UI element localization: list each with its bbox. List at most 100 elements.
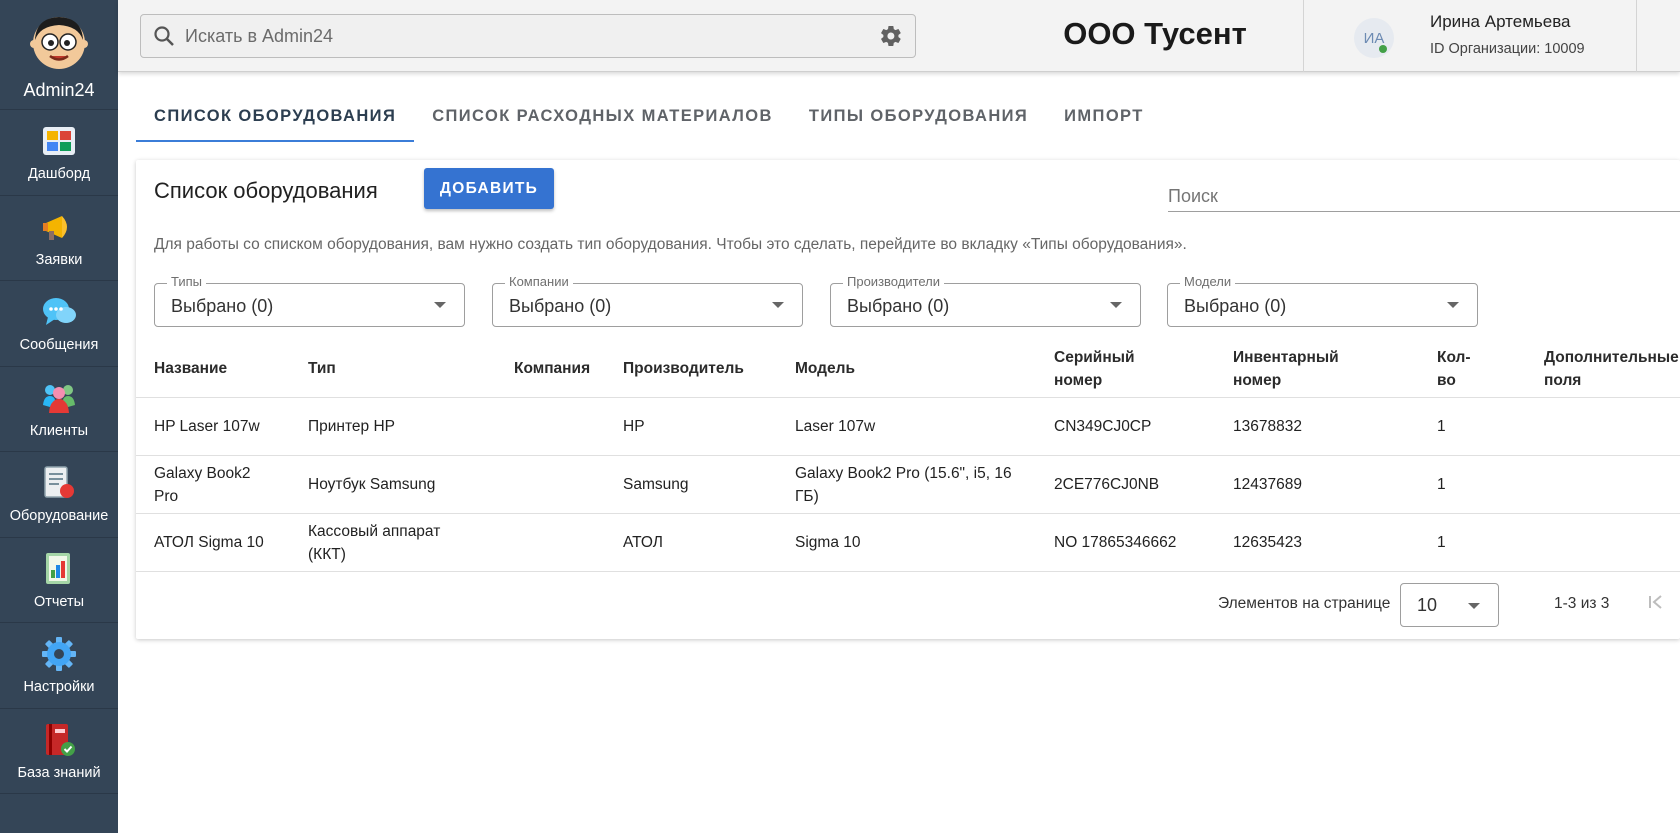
search-settings-icon[interactable] bbox=[879, 24, 903, 48]
cell-name: АТОЛ Sigma 10 bbox=[154, 534, 264, 551]
column-header-extra-line: Дополнительные bbox=[1544, 349, 1679, 366]
sidebar-item-label: Оборудование bbox=[9, 508, 109, 525]
column-header-type[interactable]: Тип bbox=[308, 357, 336, 380]
sidebar-item-messages[interactable]: Сообщения bbox=[0, 281, 118, 367]
column-header-serial-line: номер bbox=[1054, 372, 1103, 389]
cell-type: Ноутбук Samsung bbox=[308, 476, 436, 493]
first-page-icon[interactable] bbox=[1644, 590, 1668, 614]
filter-types[interactable]: Типы Выбрано (0) bbox=[154, 274, 465, 327]
header-divider bbox=[1303, 0, 1304, 72]
cell-name-line: Pro bbox=[154, 488, 179, 505]
cell-model: Sigma 10 bbox=[795, 534, 861, 551]
sidebar-item-label: Сообщения bbox=[19, 337, 99, 354]
column-header-quantity[interactable]: Кол- во bbox=[1437, 346, 1471, 392]
sidebar-item-label: Заявки bbox=[35, 251, 83, 268]
column-header-serial-line: Серийный bbox=[1054, 349, 1135, 366]
sidebar-item-knowledge-base[interactable]: База знаний bbox=[0, 709, 118, 794]
column-header-model[interactable]: Модель bbox=[795, 357, 855, 380]
chevron-down-icon bbox=[434, 302, 446, 308]
organization-title: ООО Тусент bbox=[1063, 16, 1247, 51]
header: ООО Тусент ИА Ирина Артемьева ID Организ… bbox=[118, 0, 1680, 72]
filter-models[interactable]: Модели Выбрано (0) bbox=[1167, 274, 1478, 327]
reports-icon bbox=[46, 552, 70, 584]
sidebar-item-settings[interactable]: Настройки bbox=[0, 623, 118, 709]
column-header-extra-fields[interactable]: Дополнительные поля bbox=[1544, 346, 1679, 392]
filter-label: Производители bbox=[843, 274, 945, 289]
sidebar-item-requests[interactable]: Заявки bbox=[0, 196, 118, 281]
table-search-input[interactable] bbox=[1168, 182, 1680, 212]
cell-serial: NO 17865346662 bbox=[1054, 534, 1177, 551]
cell-name-line: Galaxy Book2 bbox=[154, 465, 251, 482]
column-header-manufacturer[interactable]: Производитель bbox=[623, 357, 744, 380]
megaphone-icon bbox=[43, 215, 67, 240]
column-header-quantity-line: во bbox=[1437, 372, 1456, 389]
sidebar-item-label: Настройки bbox=[23, 679, 95, 696]
sidebar-item-clients[interactable]: Клиенты bbox=[0, 367, 118, 452]
tab-equipment-types[interactable]: ТИПЫ ОБОРУДОВАНИЯ bbox=[791, 92, 1046, 142]
equipment-card: Список оборудования ДОБАВИТЬ Для работы … bbox=[136, 160, 1680, 639]
column-header-company[interactable]: Компания bbox=[514, 357, 590, 380]
chevron-down-icon bbox=[772, 302, 784, 308]
column-header-serial[interactable]: Серийный номер bbox=[1054, 346, 1134, 392]
cell-type-line: Кассовый аппарат bbox=[308, 523, 441, 540]
user-avatar[interactable]: ИА bbox=[1354, 18, 1394, 58]
tab-import[interactable]: ИМПОРТ bbox=[1046, 92, 1162, 142]
sidebar: Admin24 Дашборд Заявки Сообщения Клиенты… bbox=[0, 0, 118, 833]
table-header: Название Тип Компания Производитель Моде… bbox=[136, 340, 1680, 398]
pagination-range: 1-3 из 3 bbox=[1554, 595, 1610, 612]
chevron-down-icon bbox=[1110, 302, 1122, 308]
cell-quantity: 1 bbox=[1437, 476, 1446, 493]
cell-serial: CN349CJ0CP bbox=[1054, 418, 1152, 435]
table-row[interactable]: HP Laser 107w Принтер HP HP Laser 107w C… bbox=[136, 398, 1680, 456]
card-title: Список оборудования bbox=[154, 178, 378, 203]
tab-equipment-list[interactable]: СПИСОК ОБОРУДОВАНИЯ bbox=[136, 92, 415, 142]
filter-value: Выбрано (0) bbox=[509, 296, 612, 316]
column-header-name[interactable]: Название bbox=[154, 357, 227, 380]
brand-name: Admin24 bbox=[23, 80, 95, 100]
filter-label: Модели bbox=[1180, 274, 1236, 289]
tab-consumables-list[interactable]: СПИСОК РАСХОДНЫХ МАТЕРИАЛОВ bbox=[414, 92, 791, 142]
chevron-down-icon bbox=[1468, 603, 1480, 609]
online-status-icon bbox=[1379, 45, 1387, 53]
sidebar-item-label: Отчеты bbox=[33, 593, 85, 610]
cell-inventory: 13678832 bbox=[1233, 418, 1302, 435]
cell-quantity: 1 bbox=[1437, 418, 1446, 435]
brand[interactable]: Admin24 bbox=[0, 0, 118, 110]
dashboard-icon bbox=[43, 127, 75, 156]
tabs: СПИСОК ОБОРУДОВАНИЯ СПИСОК РАСХОДНЫХ МАТ… bbox=[136, 92, 1162, 142]
table-row[interactable]: Galaxy Book2 Pro Ноутбук Samsung Samsung… bbox=[136, 456, 1680, 514]
cell-model: Galaxy Book2 Pro (15.6", i5, 16 ГБ) bbox=[795, 462, 1012, 508]
cell-type: Кассовый аппарат (ККТ) bbox=[308, 520, 440, 566]
filter-label: Компании bbox=[505, 274, 573, 289]
filter-manufacturers[interactable]: Производители Выбрано (0) bbox=[830, 274, 1141, 327]
filter-companies[interactable]: Компании Выбрано (0) bbox=[492, 274, 803, 327]
sidebar-item-dashboard[interactable]: Дашборд bbox=[0, 110, 118, 196]
global-search-input[interactable] bbox=[185, 25, 879, 47]
cell-quantity: 1 bbox=[1437, 534, 1446, 551]
sidebar-item-equipment[interactable]: Оборудование bbox=[0, 452, 118, 538]
cell-model-line: ГБ) bbox=[795, 488, 819, 505]
column-header-quantity-line: Кол- bbox=[1437, 349, 1471, 366]
chat-icon bbox=[43, 298, 76, 326]
cell-model-line: Galaxy Book2 Pro (15.6", i5, 16 bbox=[795, 465, 1012, 482]
users-icon bbox=[43, 384, 75, 413]
column-header-inventory[interactable]: Инвентарный номер bbox=[1233, 346, 1339, 392]
filter-label: Типы bbox=[167, 274, 207, 289]
cell-manufacturer: АТОЛ bbox=[623, 534, 663, 551]
gear-icon bbox=[42, 637, 76, 672]
cell-manufacturer: Samsung bbox=[623, 476, 689, 493]
column-header-inventory-line: номер bbox=[1233, 372, 1282, 389]
global-search bbox=[140, 14, 916, 58]
add-button[interactable]: ДОБАВИТЬ bbox=[424, 168, 554, 209]
header-divider bbox=[1636, 0, 1637, 72]
cell-serial: 2CE776CJ0NB bbox=[1054, 476, 1160, 493]
user-name[interactable]: Ирина Артемьева bbox=[1430, 12, 1571, 32]
book-icon bbox=[46, 723, 75, 756]
rows-per-page-select[interactable]: 10 bbox=[1400, 583, 1499, 627]
column-header-inventory-line: Инвентарный bbox=[1233, 349, 1339, 366]
cell-inventory: 12635423 bbox=[1233, 534, 1302, 551]
sidebar-item-reports[interactable]: Отчеты bbox=[0, 538, 118, 623]
table-row[interactable]: АТОЛ Sigma 10 Кассовый аппарат (ККТ) АТО… bbox=[136, 514, 1680, 572]
sidebar-item-label: Клиенты bbox=[29, 422, 89, 439]
cell-model: Laser 107w bbox=[795, 418, 876, 435]
